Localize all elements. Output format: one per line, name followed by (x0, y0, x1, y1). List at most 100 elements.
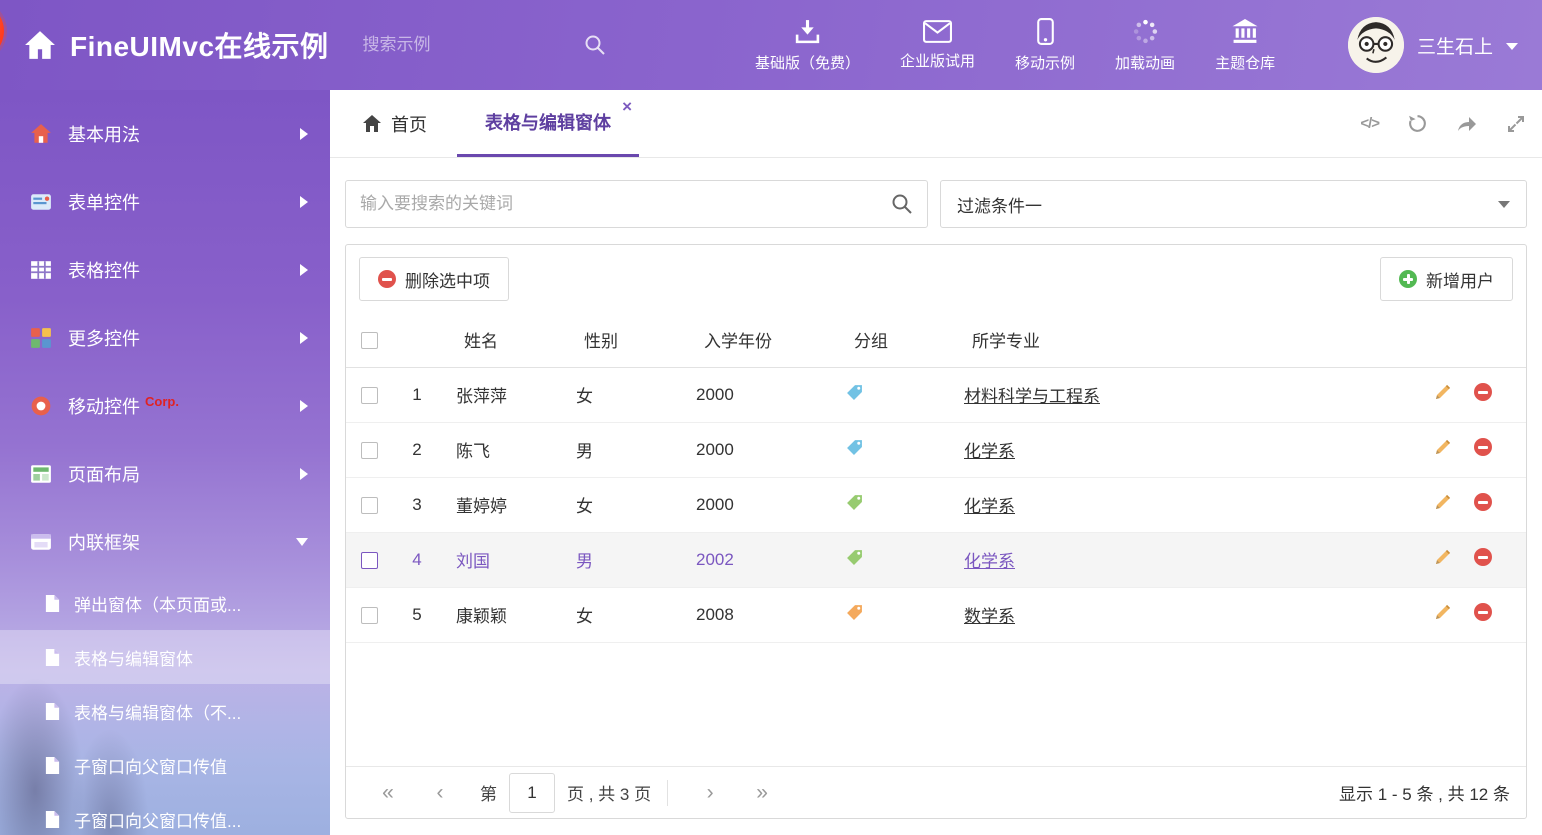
sidebar-subitem-child-to-parent-2[interactable]: 子窗口向父窗口传值... (0, 792, 330, 835)
layout-icon (30, 463, 52, 485)
row-gender: 男 (562, 532, 682, 587)
source-code-icon[interactable] (1360, 115, 1379, 132)
edit-icon[interactable] (1434, 548, 1452, 566)
column-name[interactable]: 姓名 (442, 313, 562, 367)
nav-enterprise-trial[interactable]: 企业版试用 (880, 20, 995, 71)
search-icon[interactable] (584, 34, 606, 56)
row-checkbox[interactable] (361, 552, 378, 569)
major-link[interactable]: 数学系 (964, 607, 1015, 626)
row-checkbox[interactable] (361, 497, 378, 514)
close-icon[interactable] (622, 98, 632, 115)
sidebar-item-more-controls[interactable]: 更多控件 (0, 304, 330, 372)
keyword-search-input[interactable] (360, 194, 891, 214)
column-year[interactable]: 入学年份 (682, 313, 832, 367)
delete-selected-button[interactable]: 删除选中项 (359, 257, 509, 301)
filter-dropdown[interactable]: 过滤条件一 (940, 180, 1527, 228)
table-row[interactable]: 1 张萍萍 女 2000 材料科学与工程系 (346, 367, 1526, 422)
corp-badge: Corp. (145, 394, 179, 409)
row-checkbox[interactable] (361, 387, 378, 404)
sidebar-item-label: 页面布局 (68, 461, 140, 487)
next-page-button[interactable]: › (684, 781, 736, 805)
delete-icon[interactable] (1474, 603, 1492, 621)
nav-label: 加载动画 (1115, 52, 1175, 73)
edit-icon[interactable] (1434, 493, 1452, 511)
row-index: 4 (392, 532, 442, 587)
tab-home[interactable]: 首页 (346, 90, 443, 157)
nav-mobile-demo[interactable]: 移动示例 (995, 18, 1095, 73)
fullscreen-icon[interactable] (1506, 114, 1526, 134)
delete-icon[interactable] (1474, 383, 1492, 401)
sidebar-subitem-grid-edit-window[interactable]: 表格与编辑窗体 (0, 630, 330, 684)
page-label-suffix: 页 , 共 3 页 (567, 780, 651, 805)
edit-icon[interactable] (1434, 438, 1452, 456)
nav-label: 基础版（免费） (755, 52, 860, 73)
major-link[interactable]: 材料科学与工程系 (964, 387, 1100, 406)
nav-loading-animation[interactable]: 加载动画 (1095, 18, 1195, 73)
refresh-icon[interactable] (1407, 113, 1428, 134)
major-link[interactable]: 化学系 (964, 497, 1015, 516)
file-icon (44, 756, 61, 775)
app-title: FineUIMvc在线示例 (70, 25, 329, 65)
row-gender: 女 (562, 477, 682, 532)
header-search-input[interactable] (363, 35, 584, 55)
sidebar-item-iframe[interactable]: 内联框架 (0, 508, 330, 576)
username: 三生石上 (1417, 32, 1493, 59)
delete-icon[interactable] (1474, 493, 1492, 511)
column-gender[interactable]: 性别 (562, 313, 682, 367)
column-group[interactable]: 分组 (832, 313, 950, 367)
nav-label: 企业版试用 (900, 50, 975, 71)
prev-page-button[interactable]: ‹ (414, 781, 466, 805)
page-number-input[interactable] (509, 773, 555, 813)
tab-bar: 首页 表格与编辑窗体 (330, 90, 1542, 158)
table-row-selected[interactable]: 4 刘国 男 2002 化学系 (346, 532, 1526, 587)
row-checkbox[interactable] (361, 607, 378, 624)
tab-grid-edit-window[interactable]: 表格与编辑窗体 (457, 90, 639, 157)
chevron-right-icon (300, 128, 308, 140)
add-user-button[interactable]: 新增用户 (1380, 257, 1513, 301)
chevron-right-icon (300, 264, 308, 276)
share-icon[interactable] (1456, 114, 1478, 134)
table-icon (30, 259, 52, 281)
envelope-icon (923, 20, 952, 43)
sidebar-submenu: 弹出窗体（本页面或... 表格与编辑窗体 表格与编辑窗体（不... 子窗口向父窗… (0, 576, 330, 835)
chevron-right-icon (300, 400, 308, 412)
sidebar-subitem-grid-edit-window-2[interactable]: 表格与编辑窗体（不... (0, 684, 330, 738)
tab-content: 过滤条件一 删除选中项 新增用户 (330, 158, 1542, 835)
table-row[interactable]: 2 陈飞 男 2000 化学系 (346, 422, 1526, 477)
table-row[interactable]: 5 康颖颖 女 2008 数学系 (346, 587, 1526, 642)
pagination-bar: « ‹ 第 页 , 共 3 页 › » 显示 1 - 5 条 , 共 12 条 (346, 766, 1526, 818)
first-page-button[interactable]: « (362, 781, 414, 805)
sidebar-item-basic-usage[interactable]: 基本用法 (0, 100, 330, 168)
last-page-button[interactable]: » (736, 781, 788, 805)
file-icon (44, 810, 61, 829)
sidebar-item-mobile-controls[interactable]: 移动控件 Corp. (0, 372, 330, 440)
app-home-icon[interactable] (24, 30, 56, 60)
mobile-icon (1037, 18, 1054, 45)
sidebar-subitem-popup-window[interactable]: 弹出窗体（本页面或... (0, 576, 330, 630)
nav-theme-repo[interactable]: 主题仓库 (1195, 18, 1295, 73)
table-row[interactable]: 3 董婷婷 女 2000 化学系 (346, 477, 1526, 532)
app-window: FineUIMvc在线示例 FREE! 基础版（免费） 企业版试用 移动示例 (0, 0, 1542, 835)
edit-icon[interactable] (1434, 383, 1452, 401)
grid-toolbar: 删除选中项 新增用户 (346, 245, 1526, 313)
select-all-checkbox[interactable] (361, 332, 378, 349)
delete-icon[interactable] (1474, 548, 1492, 566)
search-icon[interactable] (891, 193, 913, 215)
file-icon (44, 648, 61, 667)
row-gender: 女 (562, 587, 682, 642)
user-menu[interactable]: 三生石上 (1348, 17, 1518, 73)
sidebar-item-grid-controls[interactable]: 表格控件 (0, 236, 330, 304)
row-checkbox[interactable] (361, 442, 378, 459)
nav-basic-edition[interactable]: 基础版（免费） (735, 18, 880, 73)
column-major[interactable]: 所学专业 (950, 313, 1390, 367)
sidebar-item-form-controls[interactable]: 表单控件 (0, 168, 330, 236)
top-header: FineUIMvc在线示例 FREE! 基础版（免费） 企业版试用 移动示例 (0, 0, 1542, 90)
major-link[interactable]: 化学系 (964, 442, 1015, 461)
edit-icon[interactable] (1434, 603, 1452, 621)
delete-icon[interactable] (1474, 438, 1492, 456)
sidebar-subitem-child-to-parent[interactable]: 子窗口向父窗口传值 (0, 738, 330, 792)
sidebar-item-page-layout[interactable]: 页面布局 (0, 440, 330, 508)
major-link[interactable]: 化学系 (964, 552, 1015, 571)
row-year: 2000 (682, 422, 832, 477)
row-name: 董婷婷 (442, 477, 562, 532)
